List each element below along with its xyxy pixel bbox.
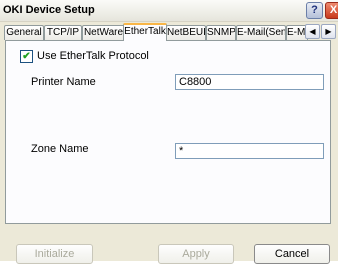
- tab-ethertalk[interactable]: EtherTalk: [123, 23, 167, 41]
- oki-device-setup-window: OKI Device Setup ? X General TCP/IP NetW…: [0, 0, 338, 264]
- tab-tcpip[interactable]: TCP/IP: [44, 25, 82, 40]
- scroll-right-icon[interactable]: ▶: [321, 24, 336, 39]
- zone-name-label: Zone Name: [31, 143, 89, 155]
- help-button[interactable]: ?: [306, 2, 323, 19]
- use-ethertalk-checkbox[interactable]: ✔: [20, 50, 33, 63]
- tab-netbeui[interactable]: NetBEUI: [166, 25, 206, 40]
- tab-strip: General TCP/IP NetWare EtherTalk NetBEUI…: [4, 23, 338, 41]
- title-bar[interactable]: OKI Device Setup ? X: [0, 0, 338, 22]
- tab-snmp[interactable]: SNMP: [206, 25, 236, 40]
- printer-name-label: Printer Name: [31, 76, 96, 88]
- tab-email-send[interactable]: E-Mail(Send): [236, 25, 286, 40]
- tab-general[interactable]: General: [4, 25, 44, 40]
- zone-name-input[interactable]: *: [175, 143, 324, 159]
- printer-name-input[interactable]: C8800: [175, 74, 324, 90]
- initialize-button[interactable]: Initialize: [16, 244, 93, 264]
- ethertalk-panel: [5, 40, 331, 224]
- cancel-button[interactable]: Cancel: [254, 244, 330, 264]
- apply-button[interactable]: Apply: [158, 244, 234, 264]
- use-ethertalk-label[interactable]: Use EtherTalk Protocol: [37, 50, 149, 62]
- tab-netware[interactable]: NetWare: [82, 25, 125, 40]
- tab-scroll-arrows: ◀ ▶: [305, 24, 338, 39]
- close-button[interactable]: X: [325, 2, 338, 19]
- window-title: OKI Device Setup: [3, 4, 95, 16]
- scroll-left-icon[interactable]: ◀: [305, 24, 320, 39]
